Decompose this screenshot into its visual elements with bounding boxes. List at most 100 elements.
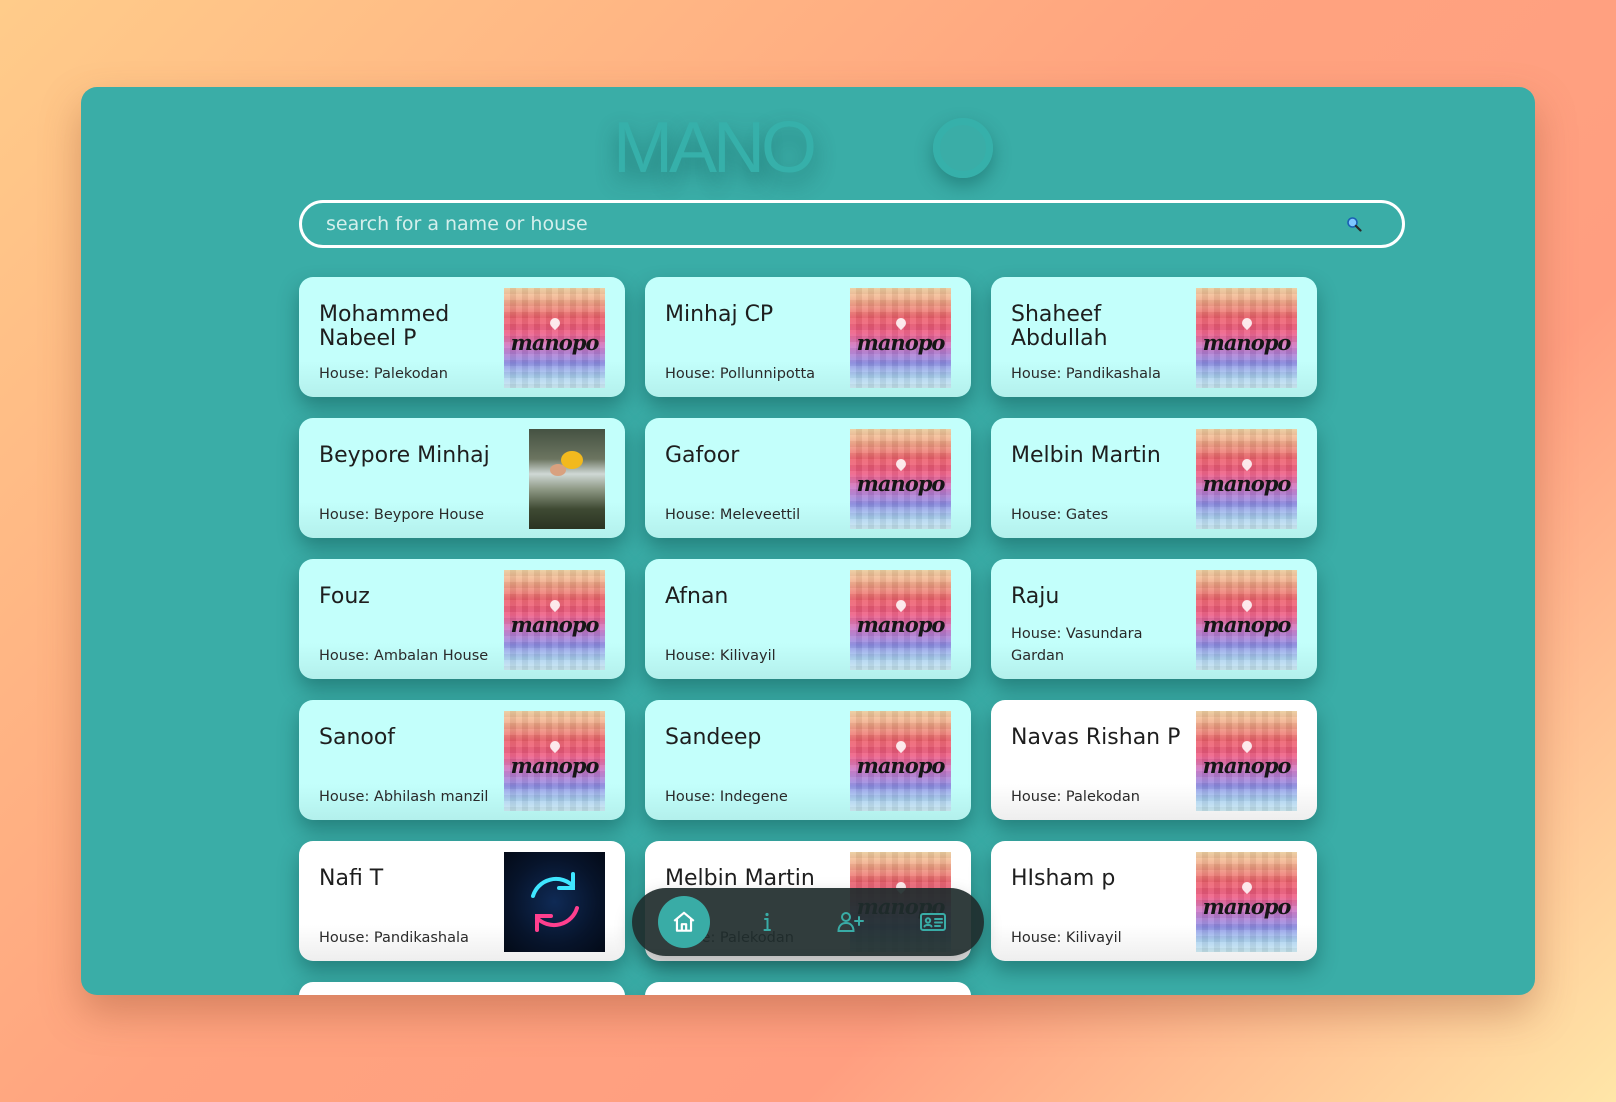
nav-add-user[interactable] (824, 896, 876, 948)
member-house: House: Pandikashala (319, 930, 469, 946)
waterfall-photo (529, 429, 605, 529)
manopo-logo-image: manopo (850, 570, 951, 670)
manopo-logo: manopo (504, 570, 605, 670)
member-card[interactable]: Afnan House: Kilivayil manopo (645, 559, 971, 679)
add-user-icon (836, 912, 864, 932)
manopo-logo-image: manopo (1196, 288, 1297, 388)
manopo-wordmark: manopo (856, 753, 946, 778)
manopo-logo: manopo (504, 288, 605, 388)
member-house: House: Pollunnipotta (665, 366, 816, 382)
manopo-wordmark: manopo (510, 753, 600, 778)
member-name: Melbin Martin (1011, 443, 1161, 468)
member-card[interactable]: Sandeep House: Indegene manopo (645, 700, 971, 820)
bottom-nav (632, 888, 984, 956)
member-name: Afnan (665, 584, 729, 609)
manopo-logo-image: manopo (504, 570, 605, 670)
manopo-logo-image: manopo (850, 429, 951, 529)
manopo-wordmark: manopo (510, 330, 600, 355)
neon-sync-image (504, 852, 605, 952)
manopo-logo: manopo (850, 570, 951, 670)
member-card[interactable]: Raju House: Vasundara Gardan manopo (991, 559, 1317, 679)
location-pin-icon (1239, 315, 1255, 331)
member-card[interactable] (299, 982, 625, 995)
manopo-wordmark: manopo (856, 612, 946, 637)
member-name: Sanoof (319, 725, 396, 750)
member-card[interactable]: Fouz House: Ambalan House manopo (299, 559, 625, 679)
brand-logo: MANO (81, 105, 1535, 191)
member-card[interactable]: Mohammed Nabeel P House: Palekodan manopo (299, 277, 625, 397)
member-name: Nafi T (319, 866, 384, 891)
info-icon (763, 912, 771, 931)
member-name: Fouz (319, 584, 370, 609)
search-bar[interactable] (299, 200, 1405, 248)
home-icon (673, 911, 694, 932)
manopo-logo-image: manopo (850, 711, 951, 811)
manopo-logo: manopo (850, 711, 951, 811)
manopo-logo-image: manopo (850, 288, 951, 388)
manopo-wordmark: manopo (510, 612, 600, 637)
member-card[interactable]: Melbin Martin House: Gates manopo (991, 418, 1317, 538)
manopo-logo: manopo (1196, 852, 1297, 952)
location-pin-icon (893, 597, 909, 613)
member-house: House: Abhilash manzil (319, 789, 489, 805)
manopo-wordmark: manopo (1202, 753, 1292, 778)
manopo-logo: manopo (504, 711, 605, 811)
member-card[interactable]: Minhaj CP House: Pollunnipotta manopo (645, 277, 971, 397)
manopo-logo: manopo (1196, 570, 1297, 670)
member-house: House: Beypore House (319, 507, 485, 523)
member-card[interactable]: Gafoor House: Meleveettil manopo (645, 418, 971, 538)
manopo-logo: manopo (1196, 711, 1297, 811)
member-house: House: Palekodan (1011, 789, 1140, 805)
app-panel: MANO Mohammed Nabeel P House: Palekodan ma… (81, 87, 1535, 995)
manopo-logo-image: manopo (1196, 429, 1297, 529)
member-house: House: Ambalan House (319, 648, 489, 664)
location-pin-icon (893, 738, 909, 754)
manopo-wordmark: manopo (856, 330, 946, 355)
nav-home[interactable] (657, 896, 710, 948)
manopo-logo: manopo (850, 288, 951, 388)
logo-text: MANO (613, 108, 817, 188)
manopo-wordmark: manopo (1202, 471, 1292, 496)
manopo-logo-image: manopo (504, 711, 605, 811)
member-card[interactable]: Navas Rishan P House: Palekodan manopo (991, 700, 1317, 820)
search-icon[interactable] (1346, 216, 1362, 232)
member-house: House: Pandikashala (1011, 366, 1161, 382)
nav-info[interactable] (741, 896, 793, 948)
location-pin-icon (1239, 456, 1255, 472)
member-card[interactable]: HIsham p House: Kilivayil manopo (991, 841, 1317, 961)
location-pin-icon (1239, 738, 1255, 754)
member-name: Beypore Minhaj (319, 443, 490, 468)
manopo-wordmark: manopo (1202, 612, 1292, 637)
member-house: House: Palekodan (319, 366, 448, 382)
location-pin-icon (1239, 597, 1255, 613)
member-house: House: Indegene (665, 789, 788, 805)
member-card[interactable] (645, 982, 971, 995)
manopo-logo: manopo (850, 429, 951, 529)
member-name: Sandeep (665, 725, 762, 750)
manopo-logo-image: manopo (1196, 711, 1297, 811)
location-pin-icon (1239, 879, 1255, 895)
location-pin-icon (893, 456, 909, 472)
location-pin-icon (547, 315, 563, 331)
member-house: House: Vasundara Gardan (1011, 626, 1143, 664)
search-input[interactable] (324, 212, 1346, 236)
member-house: House: Kilivayil (1011, 930, 1122, 946)
member-card[interactable]: Shaheef Abdullah House: Pandikashala manop… (991, 277, 1317, 397)
location-pin-icon (547, 597, 563, 613)
location-pin-icon (547, 738, 563, 754)
member-house: House: Meleveettil (665, 507, 801, 523)
member-name: Navas Rishan P (1011, 725, 1181, 750)
member-name: HIsham p (1011, 866, 1116, 891)
member-name: Raju (1011, 584, 1060, 609)
member-name: Shaheef Abdullah (1011, 302, 1108, 351)
manopo-logo-image: manopo (504, 288, 605, 388)
sync-icon (504, 852, 605, 952)
member-name: Gafoor (665, 443, 740, 468)
member-card[interactable]: Sanoof House: Abhilash manzil manopo (299, 700, 625, 820)
contact-card-icon (919, 913, 946, 931)
member-card[interactable]: Beypore Minhaj House: Beypore House (299, 418, 625, 538)
nav-contact-card[interactable] (907, 896, 959, 948)
manopo-logo-image: manopo (1196, 570, 1297, 670)
member-card[interactable]: Nafi T House: Pandikashala (299, 841, 625, 961)
member-house: House: Kilivayil (665, 648, 776, 664)
